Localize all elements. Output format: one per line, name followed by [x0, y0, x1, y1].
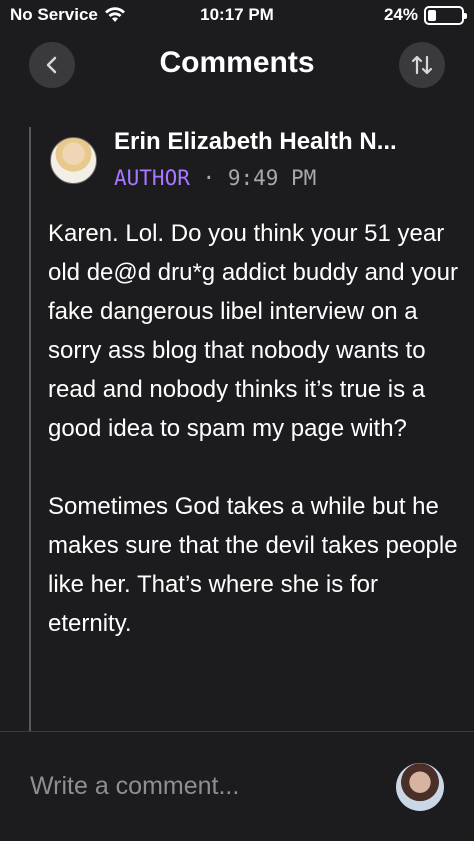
comment-meta: AUTHOR · 9:49 PM	[114, 166, 316, 190]
comment-input[interactable]: Write a comment...	[30, 772, 239, 801]
meta-separator: ·	[202, 166, 216, 190]
battery-percent: 24%	[383, 5, 418, 24]
sort-button[interactable]	[399, 42, 445, 88]
author-name[interactable]: Erin Elizabeth Health N...	[114, 128, 454, 156]
battery-icon	[424, 5, 467, 25]
status-bar: No Service 10:17 PM 24%	[0, 0, 474, 32]
status-right: 24%	[383, 5, 467, 25]
header: Comments	[0, 38, 474, 90]
comment-time: 9:49 PM	[227, 166, 317, 190]
author-avatar[interactable]	[50, 137, 97, 184]
comment-body: Karen. Lol. Do you think your 51 year ol…	[48, 220, 458, 637]
user-avatar[interactable]	[396, 763, 444, 811]
thread-line	[29, 127, 31, 731]
battery-level	[428, 9, 436, 21]
comment-composer: Write a comment...	[0, 731, 474, 841]
author-badge: AUTHOR	[114, 166, 190, 190]
sort-arrows-icon	[411, 55, 433, 75]
